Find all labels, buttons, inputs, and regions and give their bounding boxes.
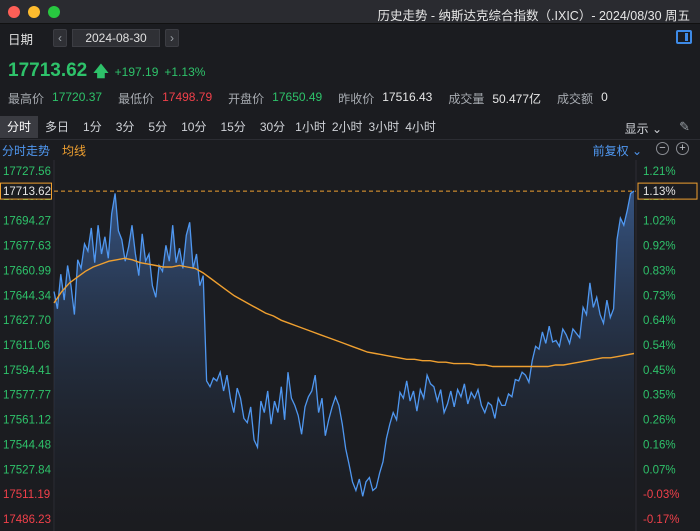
quote-stats: 最高价 17720.37 最低价 17498.79 开盘价 17650.49 昨… <box>8 90 624 107</box>
y-tick-label-left: 17644.34 <box>3 290 52 302</box>
stat-label-turnover: 成交额 <box>557 92 594 106</box>
close-window-button[interactable] <box>8 5 20 18</box>
stat-label-open: 开盘价 <box>228 92 265 106</box>
y-tick-label-right: 1.21% <box>643 166 676 178</box>
y-tick-label-left: 17660.99 <box>3 265 51 277</box>
y-tick-label-left: 17677.63 <box>3 241 51 253</box>
prev-date-button[interactable]: ‹ <box>53 29 68 47</box>
price-change: +197.19 <box>114 65 159 79</box>
y-tick-label-right: 0.16% <box>643 439 676 451</box>
chevron-down-icon: ⌄ <box>631 144 642 158</box>
title-bar: 历史走势 - 纳斯达克综合指数（.IXIC）- 2024/08/30 周五 <box>0 0 700 24</box>
stat-value-low: 17498.79 <box>162 90 213 104</box>
adjust-dropdown[interactable]: 前复权 ⌄ <box>593 142 642 159</box>
tab-3min[interactable]: 3分 <box>109 116 142 138</box>
price-change-percent: +1.13% <box>164 65 206 79</box>
next-date-button[interactable]: › <box>165 29 180 47</box>
tab-multi-day[interactable]: 多日 <box>38 116 76 138</box>
zoom-out-button[interactable]: − <box>656 142 669 155</box>
stat-value-volume: 50.477亿 <box>492 92 542 106</box>
y-tick-label-left: 17577.77 <box>3 390 51 402</box>
chart-legend: 分时走势 均线 <box>2 142 86 159</box>
tab-10min[interactable]: 10分 <box>174 116 213 138</box>
y-tick-label-right: 0.73% <box>643 290 676 302</box>
stat-label-volume: 成交量 <box>448 92 485 106</box>
y-tick-label-left: 17694.27 <box>3 216 51 228</box>
stat-value-open: 17650.49 <box>272 90 323 104</box>
legend-intraday[interactable]: 分时走势 <box>2 142 50 159</box>
period-tabs: 分时 多日 1分 3分 5分 10分 15分 30分 1小时 2小时 3小时 4… <box>0 116 700 138</box>
tab-4hour[interactable]: 4小时 <box>402 116 439 138</box>
stat-value-high: 17720.37 <box>52 90 103 104</box>
y-tick-label-right: 0.35% <box>643 390 676 402</box>
wrench-icon[interactable]: ✎ <box>679 119 690 135</box>
side-panel-icon[interactable] <box>676 30 692 44</box>
date-label: 日期 <box>8 32 34 47</box>
y-tick-label-left: 17727.56 <box>3 166 51 178</box>
chevron-left-icon: ‹ <box>58 31 63 45</box>
display-menu[interactable]: 显示 ⌄ <box>625 120 662 137</box>
y-tick-label-right: 0.07% <box>643 464 676 476</box>
tab-3hour[interactable]: 3小时 <box>366 116 403 138</box>
zoom-in-button[interactable]: + <box>676 142 689 155</box>
tab-5min[interactable]: 5分 <box>141 116 174 138</box>
last-price: 17713.62 <box>8 60 88 81</box>
tab-1min[interactable]: 1分 <box>76 116 109 138</box>
y-tick-label-right: -0.17% <box>643 514 679 526</box>
y-tick-label-right: 1.02% <box>643 216 676 228</box>
chevron-right-icon: › <box>170 31 175 45</box>
tab-2hour[interactable]: 2小时 <box>329 116 366 138</box>
up-arrow-icon: 🡅 <box>93 63 109 80</box>
date-bar: 日期 ‹ 2024-08-30 › <box>0 27 700 49</box>
legend-average[interactable]: 均线 <box>62 142 86 159</box>
stat-label-low: 最低价 <box>118 92 155 106</box>
window-controls <box>8 5 60 18</box>
y-tick-label-left: 17511.19 <box>3 489 50 501</box>
current-price-label-left: 17713.62 <box>3 186 51 198</box>
y-tick-label-right: 0.92% <box>643 241 676 253</box>
intraday-chart[interactable]: 17727.56 17713.62 17694.27 17677.63 17660.99… <box>0 160 700 531</box>
chevron-down-icon: ⌄ <box>651 122 662 136</box>
divider <box>0 139 700 140</box>
tab-30min[interactable]: 30分 <box>253 116 292 138</box>
stat-value-prev-close: 17516.43 <box>382 90 433 104</box>
minimize-window-button[interactable] <box>28 5 40 18</box>
zoom-window-button[interactable] <box>48 5 60 18</box>
tab-15min[interactable]: 15分 <box>213 116 252 138</box>
y-tick-label-right: 0.45% <box>643 365 676 377</box>
display-label: 显示 <box>624 122 649 136</box>
y-tick-label-left: 17627.70 <box>3 315 51 327</box>
y-tick-label-right: 0.26% <box>643 415 676 427</box>
y-tick-label-right: 0.54% <box>643 340 676 352</box>
current-price-label-right: 1.13% <box>643 186 676 198</box>
y-tick-label-left: 17486.23 <box>3 514 51 526</box>
stat-label-high: 最高价 <box>8 92 45 106</box>
tab-intraday[interactable]: 分时 <box>0 116 39 138</box>
y-tick-label-right: 0.64% <box>643 315 676 327</box>
y-tick-label-left: 17594.41 <box>3 365 51 377</box>
quote-price-row: 17713.62 🡅 +197.19 +1.13% <box>8 60 205 86</box>
y-tick-label-right: 0.83% <box>643 265 676 277</box>
y-tick-label-left: 17527.84 <box>3 464 52 476</box>
adjust-label: 前复权 <box>592 144 629 158</box>
y-tick-label-left: 17544.48 <box>3 439 51 451</box>
date-picker[interactable]: 2024-08-30 <box>72 29 161 47</box>
y-tick-label-left: 17611.06 <box>3 340 50 352</box>
stat-label-prev-close: 昨收价 <box>338 92 375 106</box>
stat-value-turnover: 0 <box>601 90 608 104</box>
window-title: 历史走势 - 纳斯达克综合指数（.IXIC）- 2024/08/30 周五 <box>377 9 690 23</box>
tab-1hour[interactable]: 1小时 <box>292 116 329 138</box>
y-tick-label-left: 17561.12 <box>3 415 51 427</box>
y-tick-label-right: -0.03% <box>643 489 679 501</box>
